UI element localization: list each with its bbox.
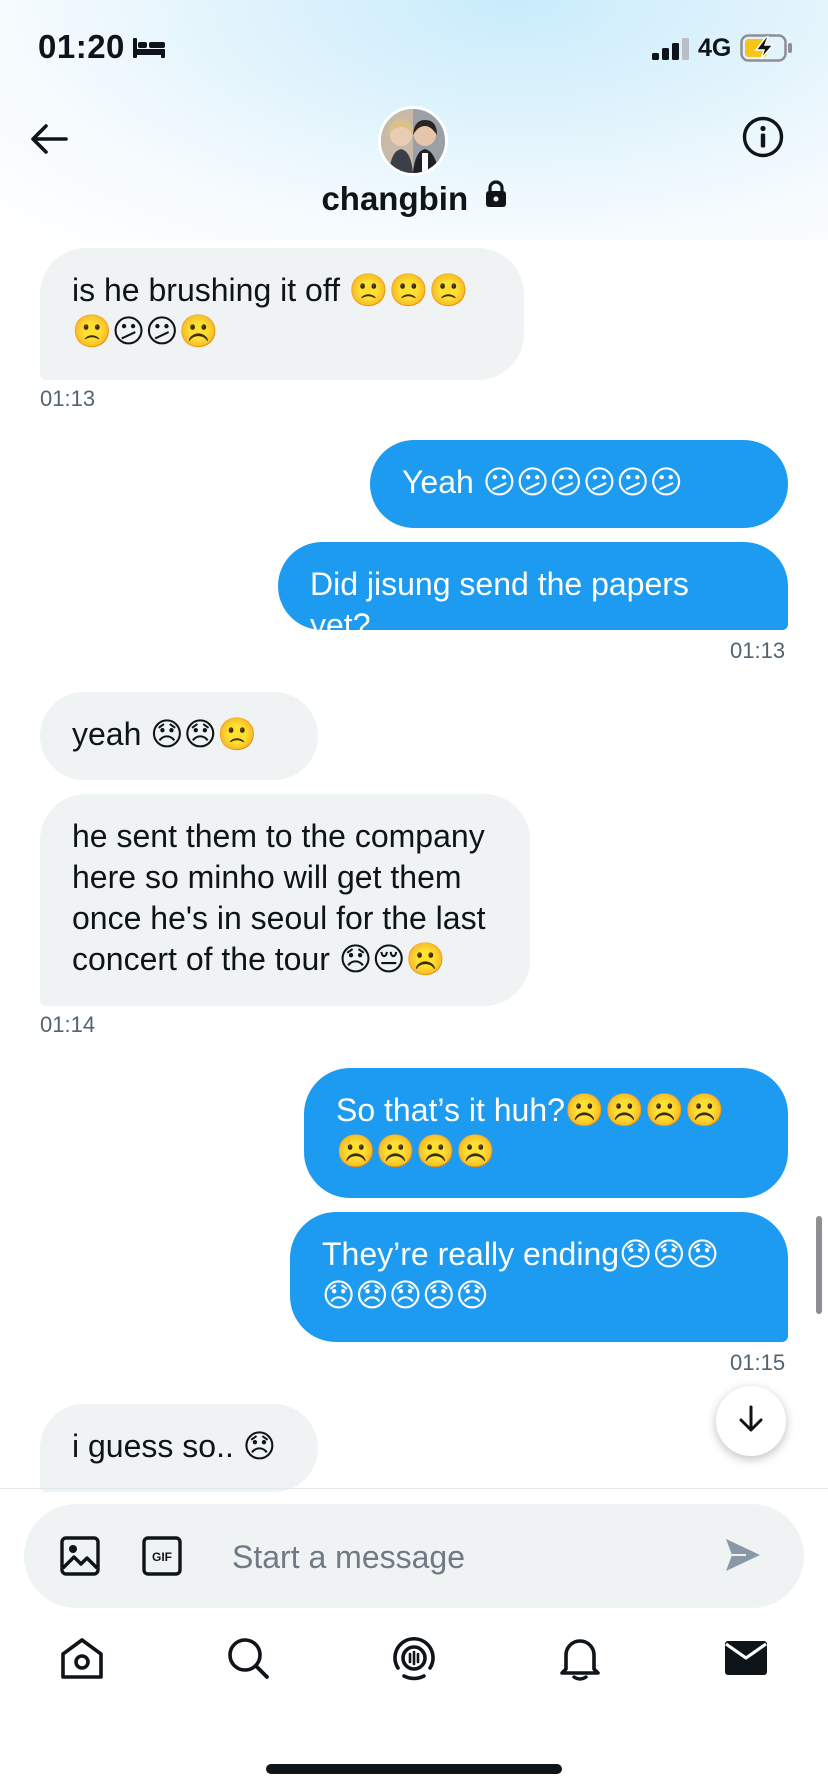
sent-message[interactable]: So that’s it huh?☹️☹️☹️☹️ ☹️☹️☹️☹️ xyxy=(304,1068,788,1198)
message-text: They’re really ending😞😞😞 😞😞😞😞😞 xyxy=(322,1236,720,1313)
status-time: 01:20 xyxy=(38,28,125,65)
message-timestamp: 01:14 xyxy=(40,1012,96,1037)
scrollbar-thumb[interactable] xyxy=(816,1216,822,1314)
contact-name[interactable]: changbin xyxy=(321,180,468,217)
nav-messages[interactable] xyxy=(716,1630,776,1690)
lock-icon xyxy=(485,179,507,213)
gif-icon[interactable]: GIF xyxy=(142,1536,182,1581)
message-timestamp: 01:13 xyxy=(730,638,786,663)
message-timestamp: 01:13 xyxy=(40,386,96,411)
received-message[interactable]: he sent them to the company here so minh… xyxy=(40,794,530,1006)
home-indicator[interactable] xyxy=(266,1764,562,1774)
message-text: is he brushing it off 🙁🙁🙁 🙁😕😕☹️ xyxy=(72,272,469,349)
image-icon[interactable] xyxy=(60,1536,100,1581)
sent-message[interactable]: Did jisung send the papers yet? xyxy=(278,542,788,643)
scroll-to-bottom-button[interactable] xyxy=(716,1386,786,1456)
send-icon[interactable] xyxy=(724,1536,762,1579)
message-composer: GIF xyxy=(24,1504,804,1608)
info-icon xyxy=(742,116,784,163)
nav-notifications[interactable] xyxy=(550,1630,610,1690)
composer-divider xyxy=(0,1488,828,1489)
arrow-down-icon xyxy=(738,1405,764,1438)
message-text: Yeah 😕😕😕😕😕😕 xyxy=(402,464,683,500)
received-message[interactable]: i guess so.. 😞 xyxy=(40,1404,318,1492)
nav-search[interactable] xyxy=(218,1630,278,1690)
conversation-info-button[interactable] xyxy=(740,116,786,162)
sent-message[interactable]: Yeah 😕😕😕😕😕😕 xyxy=(370,440,788,528)
battery-charging-icon xyxy=(740,34,794,67)
received-message[interactable]: yeah 😞😞🙁 xyxy=(40,692,318,780)
network-label: 4G xyxy=(698,34,732,62)
message-input[interactable] xyxy=(230,1530,714,1584)
signal-icon xyxy=(652,38,690,65)
message-text: So that’s it huh?☹️☹️☹️☹️ ☹️☹️☹️☹️ xyxy=(336,1092,725,1169)
sent-message[interactable]: They’re really ending😞😞😞 😞😞😞😞😞 xyxy=(290,1212,788,1342)
home-icon xyxy=(59,1635,105,1686)
spaces-icon xyxy=(391,1635,437,1686)
nav-spaces[interactable] xyxy=(384,1630,444,1690)
messages-icon xyxy=(724,1640,768,1681)
contact-avatar[interactable] xyxy=(378,106,448,176)
bed-icon xyxy=(132,36,166,65)
search-icon xyxy=(226,1636,270,1685)
svg-text:GIF: GIF xyxy=(152,1550,172,1564)
back-button[interactable] xyxy=(26,118,72,164)
message-text: he sent them to the company here so minh… xyxy=(72,818,486,977)
message-timestamp: 01:15 xyxy=(730,1350,786,1375)
received-message[interactable]: is he brushing it off 🙁🙁🙁 🙁😕😕☹️ xyxy=(40,248,524,380)
bottom-navigation xyxy=(0,1630,828,1720)
message-text: i guess so.. 😞 xyxy=(72,1428,277,1464)
nav-home[interactable] xyxy=(52,1630,112,1690)
message-text: yeah 😞😞🙁 xyxy=(72,716,257,752)
notifications-icon xyxy=(559,1635,601,1686)
back-arrow-icon xyxy=(30,123,68,160)
message-text: Did jisung send the papers yet? xyxy=(310,566,689,643)
